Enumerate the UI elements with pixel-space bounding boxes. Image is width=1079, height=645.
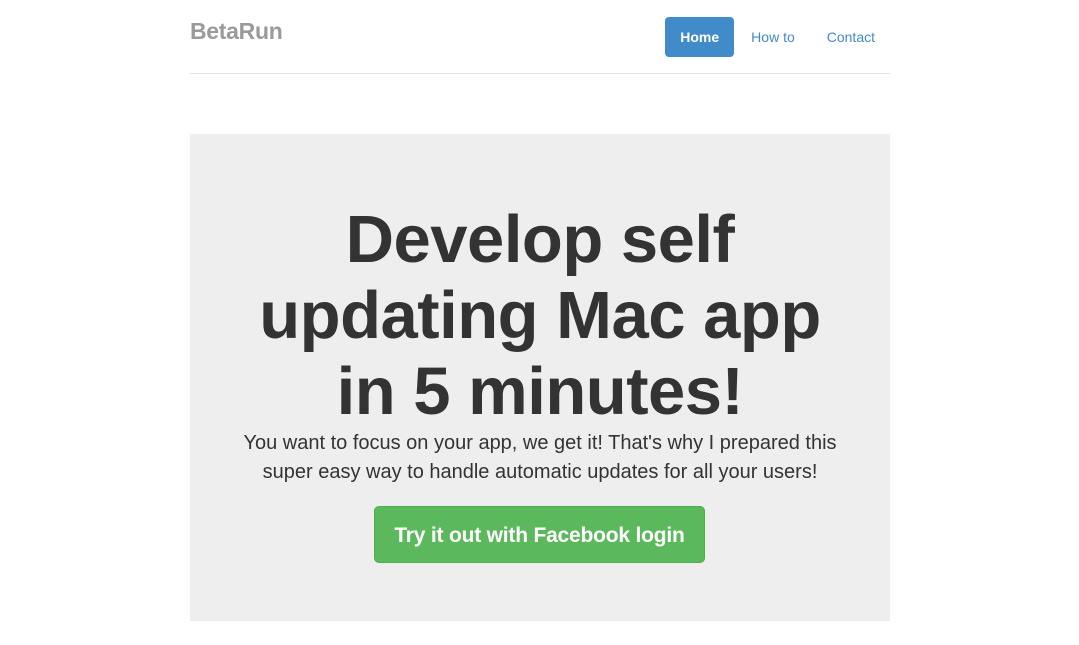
nav-how-to[interactable]: How to [736, 17, 810, 57]
main-nav: Home How to Contact [665, 17, 890, 57]
page-container: BetaRun Home How to Contact Develop self… [190, 0, 890, 621]
hero-headline: Develop self updating Mac app in 5 minut… [259, 202, 821, 429]
hero-lead-text: You want to focus on your app, we get it… [243, 432, 837, 483]
brand-logo[interactable]: BetaRun [190, 16, 283, 46]
hero-jumbotron: Develop self updating Mac app in 5 minut… [190, 134, 890, 621]
nav-home[interactable]: Home [665, 17, 735, 57]
nav-contact[interactable]: Contact [812, 17, 890, 57]
header: BetaRun Home How to Contact [190, 0, 890, 74]
facebook-login-button[interactable]: Try it out with Facebook login [374, 506, 705, 563]
